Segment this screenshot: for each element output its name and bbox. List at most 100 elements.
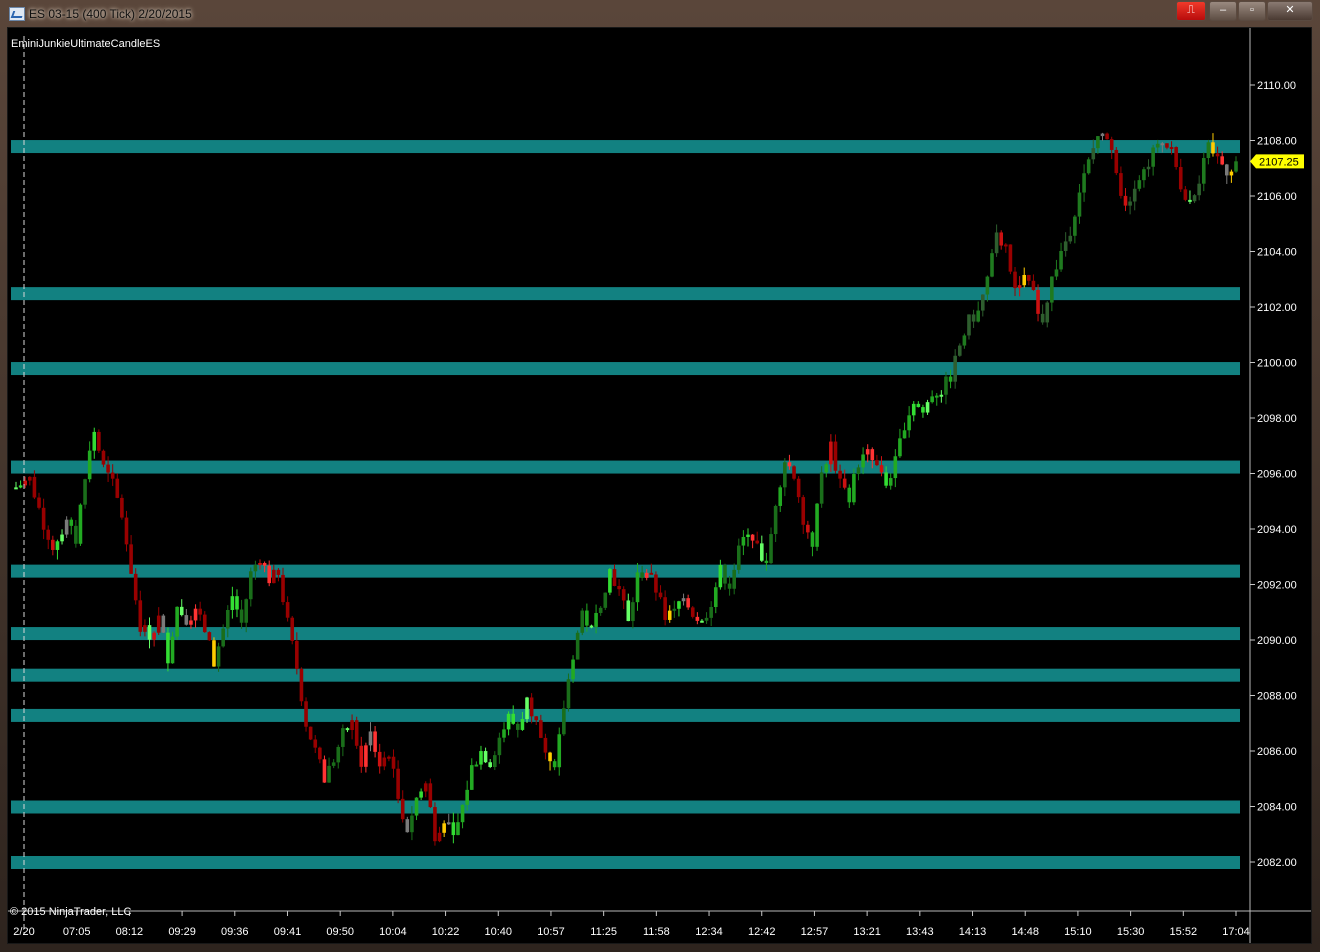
candle-body [1008, 244, 1013, 272]
candle-body [373, 731, 377, 752]
time-tick-label: 10:04 [379, 926, 407, 938]
indicator-label: EminiJunkieUltimateCandleES [11, 38, 160, 50]
candle-body [1050, 276, 1054, 303]
chart-panel[interactable]: 2082.00 2084.00 2086.00 2088.00 2090.00 2092.… [7, 27, 1312, 944]
candle-body [893, 456, 898, 479]
candle-body [437, 832, 442, 842]
title-bar[interactable]: ES 03-15 (400 Tick) 2/20/2015 ⎍ – ▫ ✕ [0, 0, 1320, 28]
price-tick-label: 2094.00 [1257, 524, 1297, 536]
candle-body [405, 819, 410, 833]
candle-body [792, 466, 796, 479]
link-button[interactable]: ⎍ [1176, 1, 1206, 21]
candle-body [488, 762, 492, 767]
candle-body [51, 539, 55, 550]
candle-body [1123, 195, 1128, 206]
close-button[interactable]: ✕ [1267, 1, 1313, 21]
price-axis[interactable]: 2082.00 2084.00 2086.00 2088.00 2090.00 2092.… [1250, 80, 1297, 869]
candle-body [741, 536, 746, 546]
candle-body [635, 572, 640, 603]
candle-body [879, 465, 884, 473]
candle-body [575, 632, 580, 660]
price-tick-label: 2100.00 [1257, 358, 1297, 370]
candle-body [916, 403, 921, 408]
candle-body [1174, 147, 1178, 168]
level-band [11, 460, 1240, 474]
candle-body [709, 606, 713, 618]
candle-body [184, 615, 189, 625]
price-tick-label: 2088.00 [1257, 691, 1297, 703]
candle-body [322, 759, 327, 783]
candle-body [1183, 189, 1188, 200]
time-tick-label: 09:41 [274, 926, 302, 938]
time-tick-label: 15:52 [1170, 926, 1198, 938]
price-tick-label: 2090.00 [1257, 635, 1297, 647]
candle-body [815, 503, 819, 547]
candle-body [37, 497, 41, 508]
candle-body [690, 607, 695, 617]
candle-body [460, 804, 465, 823]
candle-body [1114, 149, 1119, 174]
candle-body [718, 564, 723, 588]
candle-body [230, 596, 235, 611]
candle-body [1100, 133, 1105, 137]
level-band [11, 140, 1240, 154]
candle-body [621, 589, 626, 601]
time-tick-label: 17:04 [1222, 926, 1250, 938]
time-axis[interactable]: 2/20 07:05 08:12 09:29 09:36 09:41 09:50 10:04 1… [13, 911, 1250, 938]
candle-body [598, 607, 603, 613]
candle-body [870, 449, 875, 461]
candle-body [732, 569, 736, 589]
price-tick-label: 2102.00 [1257, 302, 1297, 314]
candle-body [1151, 147, 1155, 167]
candle-body [1040, 313, 1045, 323]
candle-body [152, 632, 156, 640]
candle-body [566, 679, 571, 709]
candle-body [612, 569, 617, 586]
candle-body [423, 783, 428, 792]
candle-body [281, 574, 285, 603]
level-band [11, 564, 1240, 578]
last-price-label: 2107.25 [1259, 156, 1299, 168]
candle-body [465, 789, 469, 805]
candle-body [410, 815, 414, 833]
time-tick-label: 11:58 [643, 926, 670, 938]
time-tick-label: 10:40 [484, 926, 512, 938]
candle-body [318, 747, 322, 760]
candle-body [1146, 166, 1151, 170]
candle-body [594, 612, 598, 627]
level-band [11, 708, 1240, 722]
price-tick-label: 2110.00 [1257, 80, 1296, 92]
candle-body [161, 615, 166, 633]
candle-body [787, 462, 792, 467]
candle-body [92, 431, 97, 451]
candle-body [677, 601, 681, 609]
maximize-button[interactable]: ▫ [1238, 1, 1266, 21]
candle-body [1109, 139, 1114, 150]
candle-body [97, 431, 101, 451]
candle-body [640, 572, 644, 578]
candle-body [14, 487, 18, 490]
candle-body [299, 668, 304, 702]
candle-body [713, 587, 718, 607]
candle-body [649, 572, 654, 575]
candle-body [1224, 164, 1229, 176]
candle-body [985, 276, 990, 295]
minimize-button[interactable]: – [1209, 1, 1237, 21]
candle-body [806, 524, 810, 533]
level-band [11, 856, 1240, 869]
candle-body [78, 504, 83, 544]
candle-body [980, 294, 985, 311]
candle-body [1229, 171, 1234, 176]
candle-body [944, 376, 948, 395]
candle-body [750, 534, 755, 541]
price-tick-label: 2086.00 [1257, 746, 1297, 758]
price-tick-label: 2096.00 [1257, 469, 1297, 481]
price-chart[interactable]: 2082.00 2084.00 2086.00 2088.00 2090.00 2092.… [8, 28, 1311, 943]
candle-body [391, 756, 396, 769]
candle-body [225, 610, 230, 629]
candle-body [60, 534, 64, 542]
candle-body [285, 602, 290, 618]
time-tick-label: 12:42 [748, 926, 776, 938]
candle-body [175, 606, 179, 637]
candle-body [557, 734, 562, 768]
